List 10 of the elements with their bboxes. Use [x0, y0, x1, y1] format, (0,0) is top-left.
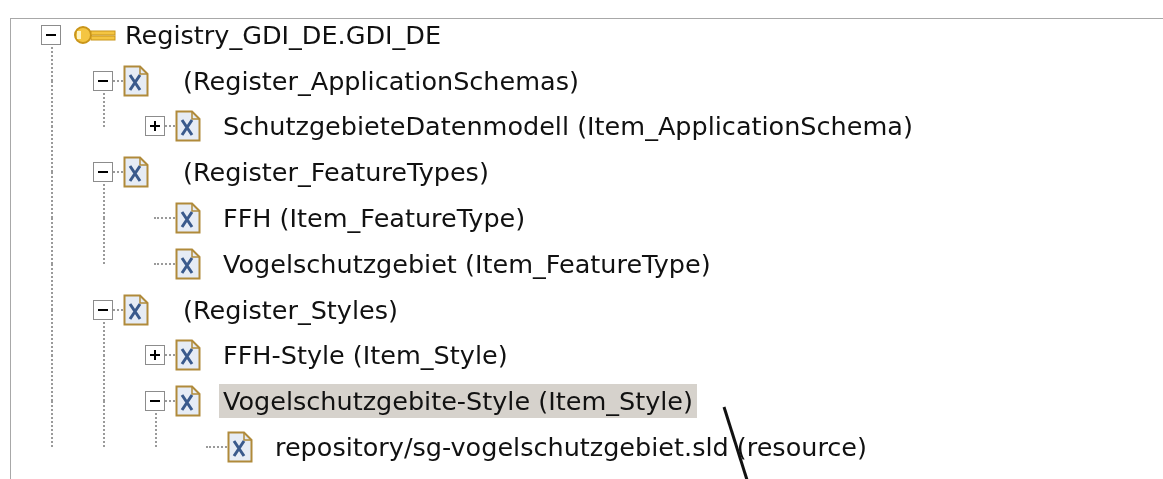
tree-item[interactable]: (Register_FeatureTypes)	[179, 155, 493, 190]
tree-item[interactable]: (Register_Styles)	[179, 292, 402, 327]
tree-item[interactable]: FFH-Style (Item_Style)	[219, 338, 512, 373]
tree-item[interactable]: Vogelschutzgebiet (Item_FeatureType)	[219, 246, 715, 281]
tree-item[interactable]: Registry_GDI_DE.GDI_DE	[121, 19, 446, 52]
tree-item[interactable]: Vogelschutzgebite-Style (Item_Style)	[219, 384, 697, 419]
tree-item[interactable]: repository/sg-vogelschutzgebiet.sld (resource)	[271, 430, 871, 465]
tree-item[interactable]: FFH (Item_FeatureType)	[219, 201, 530, 236]
tree-item[interactable]: (Register_ApplicationSchemas)	[179, 63, 583, 98]
tree-item[interactable]: SchutzgebieteDatenmodell (Item_ApplicationSchema)	[219, 109, 917, 144]
